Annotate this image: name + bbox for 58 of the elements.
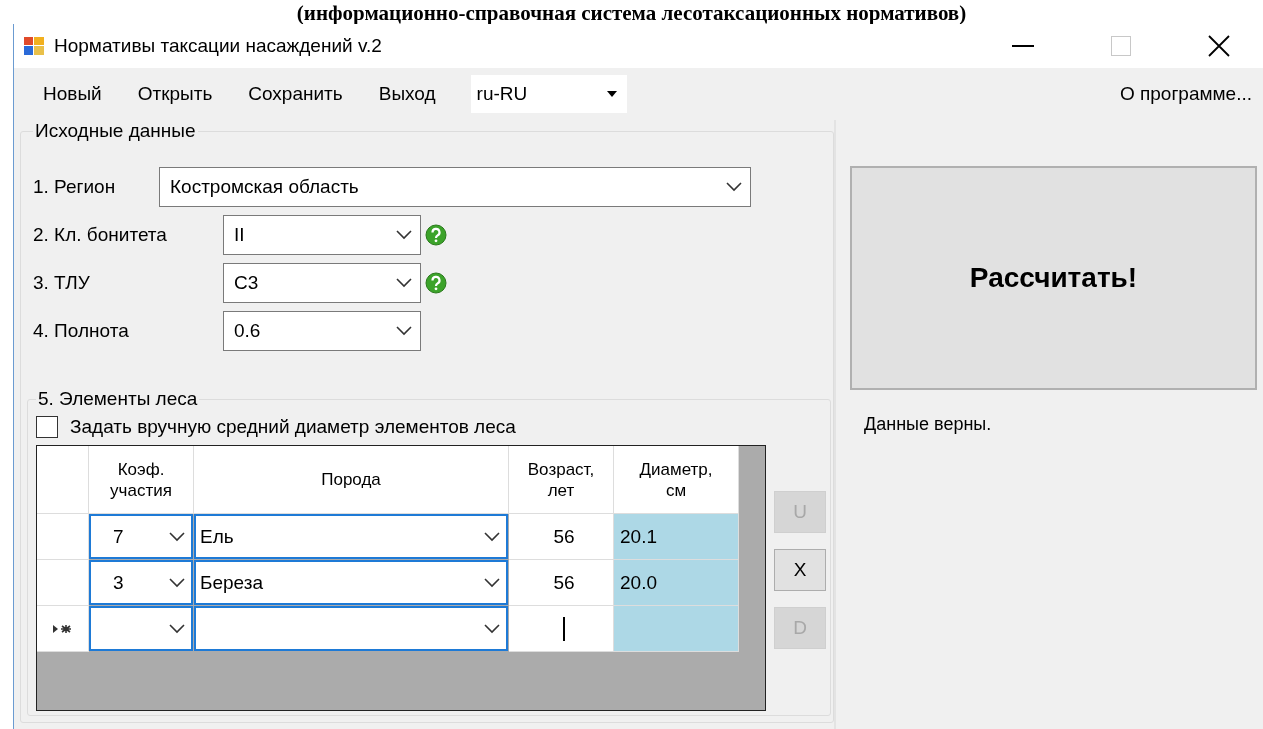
field-label: 3. ТЛУ [33,272,91,294]
dropdown-cell[interactable]: 3 [89,560,193,605]
dropdown-cell[interactable]: 7 [89,514,193,559]
field-label: 2. Кл. бонитета [33,224,168,246]
row-header[interactable] [37,606,89,652]
document-caption: (информационно-справочная система лесотаксационных нормативов) [295,0,968,24]
calculate-button[interactable]: Рассчитать! [850,166,1257,390]
table-cell[interactable]: 56 [509,514,614,560]
chevron-down-icon [169,623,185,634]
checkbox-label: Задать вручную средний диаметр элементов леса [70,415,516,438]
chevron-down-icon [396,278,412,288]
window-title: Нормативы таксации насаждений v.2 [54,35,383,57]
chevron-down-icon [169,577,185,588]
row-button[interactable]: X [774,549,826,591]
table-cell[interactable] [509,606,614,652]
help-icon[interactable] [425,224,447,246]
chevron-down-icon [169,531,185,542]
chevron-down-icon [484,623,500,634]
dropdown-field[interactable]: 0.6 [223,311,421,351]
field-label: 1. Регион [33,176,117,198]
field-label: 4. Полнота [33,320,130,342]
dropdown-cell[interactable]: Ель [194,514,508,559]
menu-item[interactable]: Выход [371,79,443,109]
status-text: Данные верны. [864,414,993,435]
about-menu-item[interactable]: О программе... [1112,79,1259,109]
dropdown-field[interactable]: II [223,215,421,255]
table-cell: 20.0 [614,560,739,606]
table-cell: 20.1 [614,514,739,560]
app-icon [24,37,44,55]
group-title: 5. Элементы леса [37,388,199,410]
dropdown-cell[interactable] [194,606,508,651]
chevron-down-icon [484,531,500,542]
chevron-down-icon [396,230,412,240]
minimize-icon [1012,45,1034,47]
text-cursor [563,616,565,641]
dropdown-field[interactable]: Костромская область [159,167,751,207]
column-header[interactable]: Коэф. участия [89,446,194,514]
menu-item[interactable]: Сохранить [241,79,350,109]
menu-item[interactable]: Открыть [130,79,220,109]
dropdown-field[interactable]: C3 [223,263,421,303]
table-cell[interactable]: 56 [509,560,614,606]
dropdown-cell[interactable] [89,606,193,651]
chevron-down-icon [396,326,412,336]
close-icon [1208,35,1230,57]
checkbox[interactable] [36,415,58,438]
caret-icon [606,91,617,97]
language-dropdown[interactable]: ru-RU [470,75,627,113]
column-header[interactable]: Диаметр, см [614,446,739,514]
column-header[interactable]: Возраст, лет [509,446,614,514]
help-icon[interactable] [425,272,447,294]
chevron-down-icon [484,577,500,588]
chevron-down-icon [726,182,742,192]
group-title: Исходные данные [34,120,197,142]
menu-item[interactable]: Новый [36,79,109,109]
maximize-icon [1111,36,1131,56]
new-row-icon [51,623,74,634]
dropdown-cell[interactable]: Береза [194,560,508,605]
column-header[interactable]: Порода [194,446,509,514]
